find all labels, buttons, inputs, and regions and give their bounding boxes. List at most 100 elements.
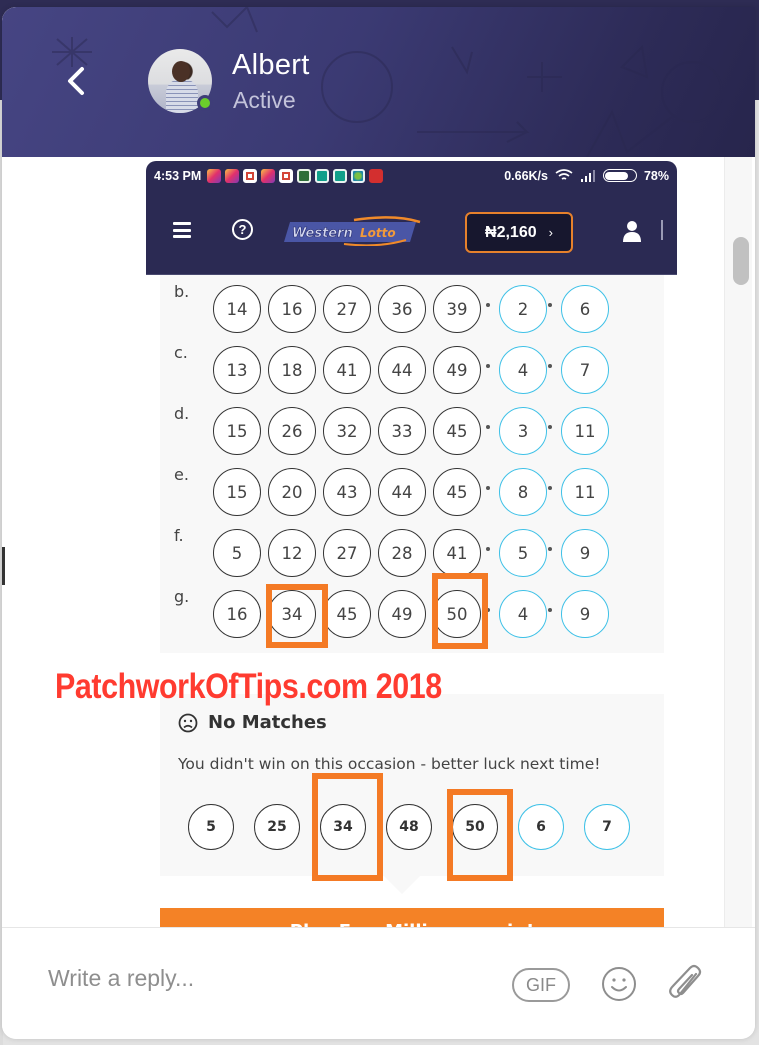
balance-amount: ₦2,160 (485, 223, 537, 241)
main-number-ball: 26 (268, 407, 316, 455)
main-number-ball: 28 (378, 529, 426, 577)
highlight-box-drawn-50 (447, 789, 513, 881)
drawn-number-ball: 25 (254, 804, 300, 850)
ticket-line: g. 16 34 45 49 50 4 9 (160, 585, 664, 638)
main-number-ball: 44 (378, 346, 426, 394)
main-number-ball: 16 (213, 590, 261, 638)
ticket-line: b. 14 16 27 36 39 2 6 (160, 280, 664, 333)
scrollbar-thumb[interactable] (733, 237, 749, 285)
main-number-ball: 16 (268, 285, 316, 333)
main-number-ball: 13 (213, 346, 261, 394)
instagram-icon (207, 168, 222, 183)
lucky-star-ball: 3 (499, 407, 547, 455)
balance-button[interactable]: ₦2,160 › (465, 212, 573, 253)
avatar-photo-head (172, 61, 190, 82)
avatar-photo-body (166, 79, 198, 113)
globe-app-icon (351, 168, 366, 183)
main-number-ball: 15 (213, 468, 261, 516)
instagram-icon (225, 168, 240, 183)
scrollbar[interactable] (724, 157, 752, 927)
lucky-star-ball: 9 (561, 590, 609, 638)
separator-dot (486, 303, 490, 307)
header-doodle-pattern (52, 7, 723, 157)
brand-part-lotto: Lotto (360, 226, 396, 240)
background-peek (2, 547, 5, 585)
menu-button[interactable] (173, 222, 191, 238)
main-number-ball: 49 (433, 346, 481, 394)
ticket-line: c. 13 18 41 44 49 4 7 (160, 341, 664, 394)
lotto-app-bar: ? Western Lotto ₦2,160 › (146, 190, 677, 275)
sad-face-icon (178, 713, 198, 732)
app-green-icon (297, 168, 312, 183)
main-number-ball: 5 (213, 529, 261, 577)
battery-level (605, 171, 629, 180)
back-button[interactable] (54, 57, 98, 105)
battery-percent: 78% (643, 168, 669, 183)
drawn-star-ball: 7 (584, 804, 630, 850)
line-label: d. (174, 404, 190, 423)
signal-icon (580, 169, 595, 182)
lucky-star-ball: 11 (561, 468, 609, 516)
battery-icon (602, 169, 637, 182)
contact-status: Active (233, 87, 296, 113)
help-button[interactable]: ? (232, 219, 253, 240)
lucky-star-ball: 6 (561, 285, 609, 333)
callout-notch (384, 876, 420, 894)
main-number-ball: 33 (378, 407, 426, 455)
ticket-line: e. 15 20 43 44 45 8 11 (160, 463, 664, 516)
chat-header: Albert Active (2, 7, 755, 157)
highlight-box-drawn-34 (312, 773, 383, 881)
phone-status-bar: 4:53 PM 0.66K/s 78% (146, 161, 677, 190)
help-icon: ? (238, 222, 247, 237)
separator-dot (548, 303, 552, 307)
drawn-star-ball: 6 (518, 804, 564, 850)
draw-result-card: No Matches You didn't win on this occasi… (160, 694, 664, 876)
lucky-star-ball: 11 (561, 407, 609, 455)
main-number-ball: 14 (213, 285, 261, 333)
app-bar-divider (661, 220, 663, 240)
user-account-icon[interactable] (623, 220, 641, 242)
menu-icon-line (173, 235, 191, 238)
separator-dot (486, 364, 490, 368)
gif-button[interactable]: GIF (512, 968, 570, 1002)
menu-icon-line (173, 222, 191, 225)
presence-indicator (197, 95, 213, 111)
main-number-ball: 36 (378, 285, 426, 333)
line-label: e. (174, 465, 189, 484)
lucky-star-ball: 9 (561, 529, 609, 577)
separator-dot (548, 608, 552, 612)
main-number-ball: 49 (378, 590, 426, 638)
reply-input[interactable] (48, 958, 488, 998)
emoji-icon[interactable] (601, 966, 637, 1002)
main-number-ball: 45 (433, 407, 481, 455)
chevron-right-icon: › (548, 225, 553, 240)
main-number-ball: 27 (323, 529, 371, 577)
reply-composer: GIF (2, 927, 755, 1039)
main-number-ball: 20 (268, 468, 316, 516)
highlight-box-line-g-34 (266, 584, 328, 648)
paperclip-icon[interactable] (668, 964, 704, 1004)
separator-dot (548, 547, 552, 551)
more-notifications-icon (369, 168, 384, 183)
notification-icons (207, 168, 384, 183)
shared-screenshot-image[interactable]: 4:53 PM 0.66K/s 78% ? Western Lotto ₦2,1… (146, 161, 677, 931)
ticket-content: b. 14 16 27 36 39 2 6 c. 13 18 41 44 49 4 7 d. 15 26 32 33 45… (146, 275, 677, 931)
main-number-ball: 27 (323, 285, 371, 333)
gmail-icon (243, 168, 258, 183)
westernlotto-logo[interactable]: Western Lotto (284, 216, 422, 246)
main-number-ball: 43 (323, 468, 371, 516)
separator-dot (548, 486, 552, 490)
menu-icon-line (173, 228, 191, 232)
lucky-star-ball: 8 (499, 468, 547, 516)
drawn-number-ball: 5 (188, 804, 234, 850)
gmail-icon (279, 168, 294, 183)
line-label: f. (174, 526, 184, 545)
main-number-ball: 32 (323, 407, 371, 455)
lucky-star-ball: 2 (499, 285, 547, 333)
avatar[interactable] (148, 49, 213, 113)
main-number-ball: 39 (433, 285, 481, 333)
ticket-line: f. 5 12 27 28 41 5 9 (160, 524, 664, 577)
ticket-line: d. 15 26 32 33 45 3 11 (160, 402, 664, 455)
lucky-star-ball: 4 (499, 346, 547, 394)
drawn-number-ball: 48 (386, 804, 432, 850)
